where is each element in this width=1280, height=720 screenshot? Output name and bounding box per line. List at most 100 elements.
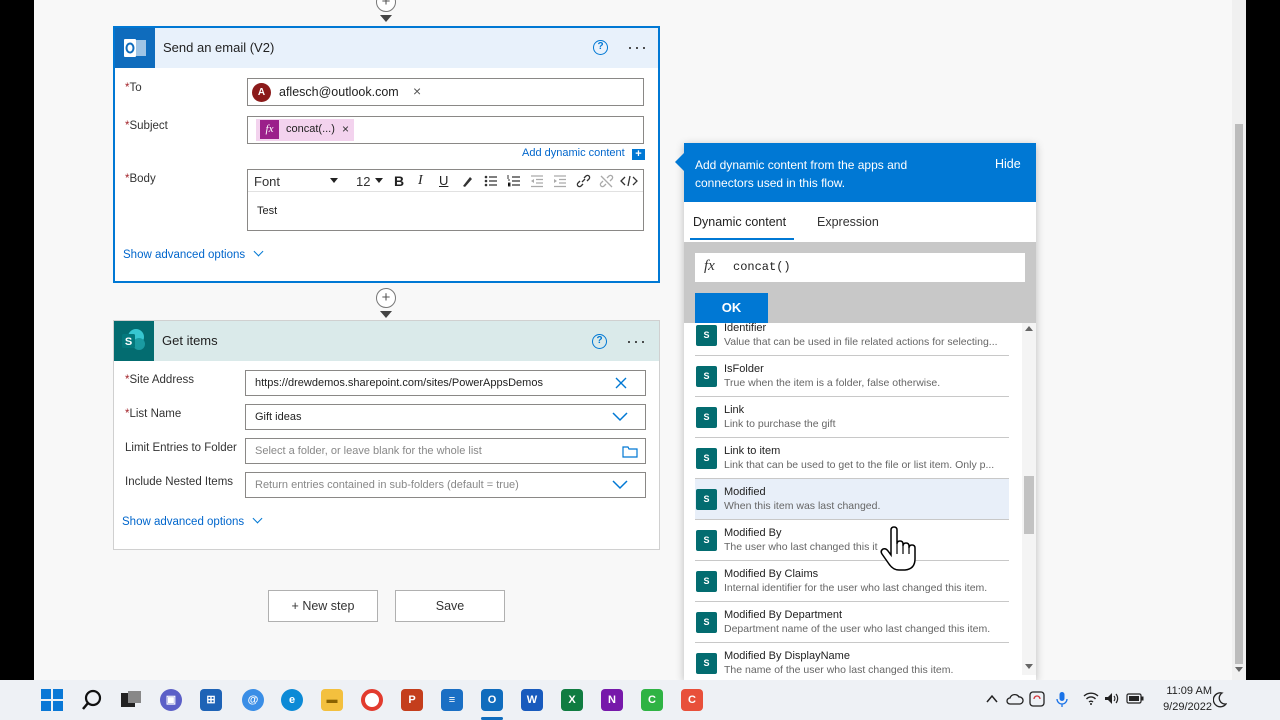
teams-chat-icon[interactable]: ▣ xyxy=(160,689,182,711)
app-icon[interactable]: C xyxy=(681,689,703,711)
get-items-header[interactable]: S Get items ? ··· xyxy=(114,321,659,361)
show-advanced-options-items[interactable]: Show advanced options xyxy=(122,513,263,528)
add-step-plus-icon[interactable]: + xyxy=(376,288,396,308)
edge-icon[interactable]: e xyxy=(281,689,303,711)
microphone-icon[interactable] xyxy=(1056,691,1068,708)
list-name-label: *List Name xyxy=(125,408,182,420)
to-field[interactable]: A aflesch@outlook.com × xyxy=(247,78,644,106)
scrollbar-thumb[interactable] xyxy=(1024,476,1034,534)
chevron-up-icon[interactable] xyxy=(986,694,998,704)
sharepoint-icon: S xyxy=(696,612,717,633)
help-icon[interactable]: ? xyxy=(593,40,608,55)
show-advanced-options-email[interactable]: Show advanced options xyxy=(123,246,264,261)
remove-recipient-icon[interactable]: × xyxy=(413,83,421,99)
powerpoint-icon[interactable]: P xyxy=(401,689,423,711)
chrome-icon[interactable] xyxy=(361,689,383,711)
page-scrollbar-thumb[interactable] xyxy=(1235,124,1243,664)
nested-items-dropdown[interactable]: Return entries contained in sub-folders … xyxy=(245,472,646,498)
ok-button[interactable]: OK xyxy=(695,293,768,323)
task-view-icon[interactable] xyxy=(120,690,142,710)
site-address-field[interactable]: https://drewdemos.sharepoint.com/sites/P… xyxy=(245,370,646,396)
send-email-card[interactable]: Send an email (V2) ? ··· *To A aflesch@o… xyxy=(113,26,660,283)
cloud-icon[interactable] xyxy=(1006,692,1024,706)
more-options-icon[interactable]: ··· xyxy=(627,38,648,56)
font-dropdown-icon[interactable] xyxy=(330,178,338,183)
sharepoint-icon: S xyxy=(696,407,717,428)
arrow-down-icon xyxy=(380,15,392,22)
folder-picker-icon[interactable] xyxy=(622,445,638,458)
font-size-select[interactable]: 12 xyxy=(356,174,370,189)
clear-icon[interactable] xyxy=(615,377,627,389)
app-icon[interactable]: @ xyxy=(242,689,264,711)
add-step-plus-icon[interactable]: + xyxy=(376,0,396,12)
list-item[interactable]: S Link to item Link that can be used to … xyxy=(695,438,1009,479)
notepad-icon[interactable]: ≡ xyxy=(441,689,463,711)
battery-icon[interactable] xyxy=(1126,693,1144,704)
list-item[interactable]: S Identifier Value that can be used in f… xyxy=(695,323,1009,356)
help-icon[interactable]: ? xyxy=(592,334,607,349)
body-text[interactable]: Test xyxy=(257,205,277,217)
clock-date[interactable]: 9/29/2022 xyxy=(1150,701,1212,713)
limit-folder-field[interactable]: Select a folder, or leave blank for the … xyxy=(245,438,646,464)
moon-icon[interactable] xyxy=(1213,692,1227,708)
tab-dynamic-content[interactable]: Dynamic content xyxy=(693,215,786,229)
chevron-down-icon xyxy=(252,513,263,524)
list-item[interactable]: S Modified By The user who last changed … xyxy=(695,520,1009,561)
link-icon[interactable] xyxy=(576,174,591,188)
more-options-icon[interactable]: ··· xyxy=(626,332,647,350)
bold-button[interactable]: B xyxy=(394,173,404,189)
list-item[interactable]: S Modified By DisplayName The name of th… xyxy=(695,643,1009,680)
hide-button[interactable]: Hide xyxy=(995,157,1021,171)
store-icon[interactable]: ⊞ xyxy=(200,689,222,711)
code-view-icon[interactable] xyxy=(620,174,638,188)
sync-icon[interactable] xyxy=(1029,691,1045,707)
underline-button[interactable]: U xyxy=(439,173,448,188)
font-select[interactable]: Font xyxy=(254,174,280,189)
windows-start-icon[interactable] xyxy=(41,689,63,711)
body-editor[interactable]: Font 12 B I U Test xyxy=(247,169,644,231)
list-item-highlighted[interactable]: S Modified When this item was last chang… xyxy=(695,479,1009,520)
save-button[interactable]: Save xyxy=(395,590,505,622)
clock-time[interactable]: 11:09 AM xyxy=(1156,685,1212,697)
list-name-dropdown[interactable]: Gift ideas xyxy=(245,404,646,430)
send-email-header[interactable]: Send an email (V2) ? ··· xyxy=(115,28,658,68)
list-item[interactable]: S Modified By Claims Internal identifier… xyxy=(695,561,1009,602)
expression-input[interactable]: fx concat() xyxy=(695,253,1025,282)
excel-icon[interactable]: X xyxy=(561,689,583,711)
page-scrollbar[interactable] xyxy=(1232,0,1246,680)
remove-token-icon[interactable]: × xyxy=(342,122,349,136)
add-dynamic-content-link[interactable]: Add dynamic content xyxy=(522,147,625,159)
italic-button[interactable]: I xyxy=(418,173,423,189)
size-dropdown-icon[interactable] xyxy=(375,178,383,183)
scroll-down-icon[interactable] xyxy=(1025,664,1033,669)
camtasia-icon[interactable]: C xyxy=(641,689,663,711)
unlink-icon[interactable] xyxy=(599,174,614,188)
list-item[interactable]: S Modified By Department Department name… xyxy=(695,602,1009,643)
bulleted-list-icon[interactable] xyxy=(484,174,498,188)
list-item[interactable]: S Link Link to purchase the gift xyxy=(695,397,1009,438)
new-step-button[interactable]: + New step xyxy=(268,590,378,622)
speaker-icon[interactable] xyxy=(1104,692,1120,705)
list-name-value: Gift ideas xyxy=(255,411,302,423)
subject-field[interactable]: fx concat(...) × xyxy=(247,116,644,144)
search-icon[interactable] xyxy=(81,689,103,711)
list-item[interactable]: S IsFolder True when the item is a folde… xyxy=(695,356,1009,397)
wifi-icon[interactable] xyxy=(1083,692,1099,705)
scroll-up-icon[interactable] xyxy=(1025,326,1033,331)
increase-indent-icon[interactable] xyxy=(553,174,567,188)
get-items-card[interactable]: S Get items ? ··· *Site Address https://… xyxy=(113,320,660,550)
file-explorer-icon[interactable]: ▬ xyxy=(321,689,343,711)
numbered-list-icon[interactable] xyxy=(507,174,521,188)
onenote-icon[interactable]: N xyxy=(601,689,623,711)
sharepoint-icon: S xyxy=(696,366,717,387)
list-scrollbar[interactable] xyxy=(1022,323,1036,675)
limit-folder-placeholder: Select a folder, or leave blank for the … xyxy=(255,445,482,457)
add-dynamic-plus-icon[interactable]: + xyxy=(632,149,645,160)
tab-expression[interactable]: Expression xyxy=(817,215,879,229)
decrease-indent-icon[interactable] xyxy=(530,174,544,188)
highlight-icon[interactable] xyxy=(461,174,475,188)
subject-token[interactable]: fx concat(...) × xyxy=(256,119,354,141)
scroll-down-icon[interactable] xyxy=(1235,667,1243,672)
outlook-taskbar-icon[interactable]: O xyxy=(481,689,503,711)
word-icon[interactable]: W xyxy=(521,689,543,711)
